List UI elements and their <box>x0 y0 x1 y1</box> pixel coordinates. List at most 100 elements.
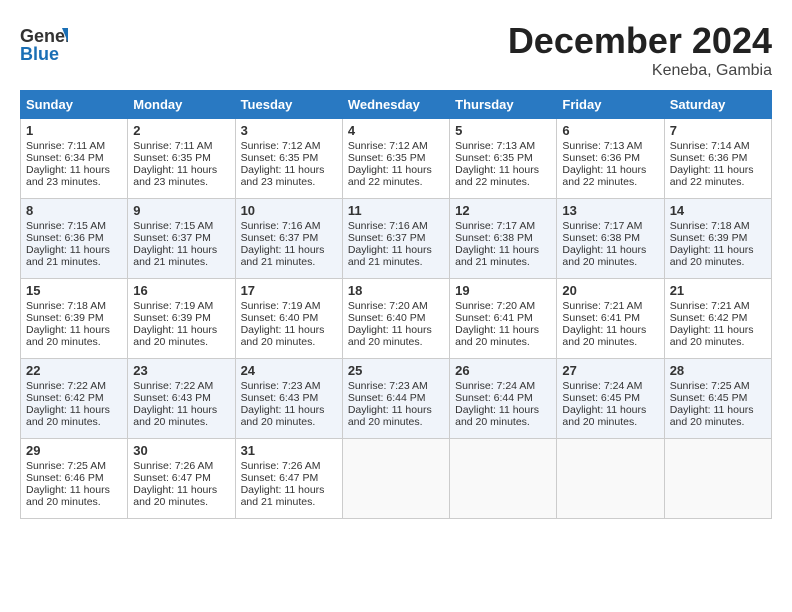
day-number: 30 <box>133 443 229 458</box>
sunset-label: Sunset: 6:38 PM <box>455 232 533 244</box>
day-number: 14 <box>670 203 766 218</box>
weekday-header-row: SundayMondayTuesdayWednesdayThursdayFrid… <box>21 91 772 119</box>
sunset-label: Sunset: 6:42 PM <box>670 312 748 324</box>
daylight-label: Daylight: 11 hours and 20 minutes. <box>26 484 110 508</box>
sunrise-label: Sunrise: 7:21 AM <box>562 300 642 312</box>
day-number: 6 <box>562 123 658 138</box>
calendar-cell: 22Sunrise: 7:22 AMSunset: 6:42 PMDayligh… <box>21 359 128 439</box>
sunrise-label: Sunrise: 7:17 AM <box>455 220 535 232</box>
daylight-label: Daylight: 11 hours and 23 minutes. <box>133 164 217 188</box>
calendar-cell: 21Sunrise: 7:21 AMSunset: 6:42 PMDayligh… <box>664 279 771 359</box>
location: Keneba, Gambia <box>508 62 772 80</box>
sunrise-label: Sunrise: 7:23 AM <box>348 380 428 392</box>
month-title: December 2024 <box>508 20 772 62</box>
calendar-cell <box>557 439 664 519</box>
weekday-friday: Friday <box>557 91 664 119</box>
daylight-label: Daylight: 11 hours and 21 minutes. <box>241 484 325 508</box>
calendar-cell: 6Sunrise: 7:13 AMSunset: 6:36 PMDaylight… <box>557 119 664 199</box>
svg-text:Blue: Blue <box>20 44 59 64</box>
day-number: 1 <box>26 123 122 138</box>
calendar-table: SundayMondayTuesdayWednesdayThursdayFrid… <box>20 90 772 519</box>
daylight-label: Daylight: 11 hours and 20 minutes. <box>241 404 325 428</box>
sunrise-label: Sunrise: 7:26 AM <box>241 460 321 472</box>
daylight-label: Daylight: 11 hours and 20 minutes. <box>133 484 217 508</box>
sunrise-label: Sunrise: 7:11 AM <box>133 140 212 152</box>
sunrise-label: Sunrise: 7:12 AM <box>348 140 428 152</box>
sunrise-label: Sunrise: 7:13 AM <box>455 140 535 152</box>
daylight-label: Daylight: 11 hours and 21 minutes. <box>241 244 325 268</box>
daylight-label: Daylight: 11 hours and 22 minutes. <box>562 164 646 188</box>
week-row-4: 22Sunrise: 7:22 AMSunset: 6:42 PMDayligh… <box>21 359 772 439</box>
daylight-label: Daylight: 11 hours and 20 minutes. <box>26 324 110 348</box>
title-area: December 2024 Keneba, Gambia <box>508 20 772 80</box>
day-number: 21 <box>670 283 766 298</box>
day-number: 2 <box>133 123 229 138</box>
week-row-5: 29Sunrise: 7:25 AMSunset: 6:46 PMDayligh… <box>21 439 772 519</box>
daylight-label: Daylight: 11 hours and 21 minutes. <box>133 244 217 268</box>
sunset-label: Sunset: 6:45 PM <box>562 392 640 404</box>
sunrise-label: Sunrise: 7:16 AM <box>348 220 428 232</box>
day-number: 15 <box>26 283 122 298</box>
sunset-label: Sunset: 6:40 PM <box>348 312 426 324</box>
sunset-label: Sunset: 6:37 PM <box>241 232 319 244</box>
daylight-label: Daylight: 11 hours and 20 minutes. <box>670 244 754 268</box>
calendar-cell: 8Sunrise: 7:15 AMSunset: 6:36 PMDaylight… <box>21 199 128 279</box>
daylight-label: Daylight: 11 hours and 22 minutes. <box>348 164 432 188</box>
sunrise-label: Sunrise: 7:23 AM <box>241 380 321 392</box>
sunset-label: Sunset: 6:39 PM <box>133 312 211 324</box>
day-number: 8 <box>26 203 122 218</box>
sunrise-label: Sunrise: 7:22 AM <box>133 380 213 392</box>
sunset-label: Sunset: 6:35 PM <box>133 152 211 164</box>
sunrise-label: Sunrise: 7:17 AM <box>562 220 642 232</box>
sunrise-label: Sunrise: 7:21 AM <box>670 300 750 312</box>
svg-text:General: General <box>20 26 68 46</box>
calendar-cell: 10Sunrise: 7:16 AMSunset: 6:37 PMDayligh… <box>235 199 342 279</box>
logo-icon: General Blue <box>20 20 68 68</box>
sunset-label: Sunset: 6:37 PM <box>133 232 211 244</box>
calendar-cell: 15Sunrise: 7:18 AMSunset: 6:39 PMDayligh… <box>21 279 128 359</box>
logo: General Blue <box>20 20 68 68</box>
daylight-label: Daylight: 11 hours and 20 minutes. <box>241 324 325 348</box>
day-number: 13 <box>562 203 658 218</box>
day-number: 26 <box>455 363 551 378</box>
day-number: 4 <box>348 123 444 138</box>
calendar-cell: 2 Sunrise: 7:11 AMSunset: 6:35 PMDaylight… <box>128 119 235 199</box>
daylight-label: Daylight: 11 hours and 20 minutes. <box>455 404 539 428</box>
sunrise-label: Sunrise: 7:18 AM <box>26 300 106 312</box>
daylight-label: Daylight: 11 hours and 20 minutes. <box>455 324 539 348</box>
calendar-cell <box>342 439 449 519</box>
daylight-label: Daylight: 11 hours and 21 minutes. <box>455 244 539 268</box>
sunrise-label: Sunrise: 7:18 AM <box>670 220 750 232</box>
day-number: 29 <box>26 443 122 458</box>
weekday-saturday: Saturday <box>664 91 771 119</box>
daylight-label: Daylight: 11 hours and 21 minutes. <box>348 244 432 268</box>
calendar-cell: 4Sunrise: 7:12 AMSunset: 6:35 PMDaylight… <box>342 119 449 199</box>
calendar-cell: 14Sunrise: 7:18 AMSunset: 6:39 PMDayligh… <box>664 199 771 279</box>
page-header: General Blue December 2024 Keneba, Gambi… <box>20 20 772 80</box>
day-number: 3 <box>241 123 337 138</box>
calendar-cell: 27Sunrise: 7:24 AMSunset: 6:45 PMDayligh… <box>557 359 664 439</box>
daylight-label: Daylight: 11 hours and 20 minutes. <box>26 404 110 428</box>
calendar-cell <box>664 439 771 519</box>
calendar-cell: 19Sunrise: 7:20 AMSunset: 6:41 PMDayligh… <box>450 279 557 359</box>
calendar-cell: 16Sunrise: 7:19 AMSunset: 6:39 PMDayligh… <box>128 279 235 359</box>
sunrise-label: Sunrise: 7:19 AM <box>133 300 213 312</box>
calendar-cell: 13Sunrise: 7:17 AMSunset: 6:38 PMDayligh… <box>557 199 664 279</box>
calendar-cell: 28Sunrise: 7:25 AMSunset: 6:45 PMDayligh… <box>664 359 771 439</box>
daylight-label: Daylight: 11 hours and 20 minutes. <box>670 404 754 428</box>
daylight-label: Daylight: 11 hours and 20 minutes. <box>348 404 432 428</box>
calendar-cell: 5Sunrise: 7:13 AMSunset: 6:35 PMDaylight… <box>450 119 557 199</box>
daylight-label: Daylight: 11 hours and 20 minutes. <box>562 404 646 428</box>
sunset-label: Sunset: 6:44 PM <box>348 392 426 404</box>
day-number: 28 <box>670 363 766 378</box>
sunrise-label: Sunrise: 7:14 AM <box>670 140 750 152</box>
calendar-cell: 7Sunrise: 7:14 AMSunset: 6:36 PMDaylight… <box>664 119 771 199</box>
day-number: 5 <box>455 123 551 138</box>
calendar-cell: 17Sunrise: 7:19 AMSunset: 6:40 PMDayligh… <box>235 279 342 359</box>
sunset-label: Sunset: 6:35 PM <box>241 152 319 164</box>
day-number: 24 <box>241 363 337 378</box>
daylight-label: Daylight: 11 hours and 22 minutes. <box>670 164 754 188</box>
sunrise-label: Sunrise: 7:25 AM <box>670 380 750 392</box>
day-number: 17 <box>241 283 337 298</box>
daylight-label: Daylight: 11 hours and 21 minutes. <box>26 244 110 268</box>
